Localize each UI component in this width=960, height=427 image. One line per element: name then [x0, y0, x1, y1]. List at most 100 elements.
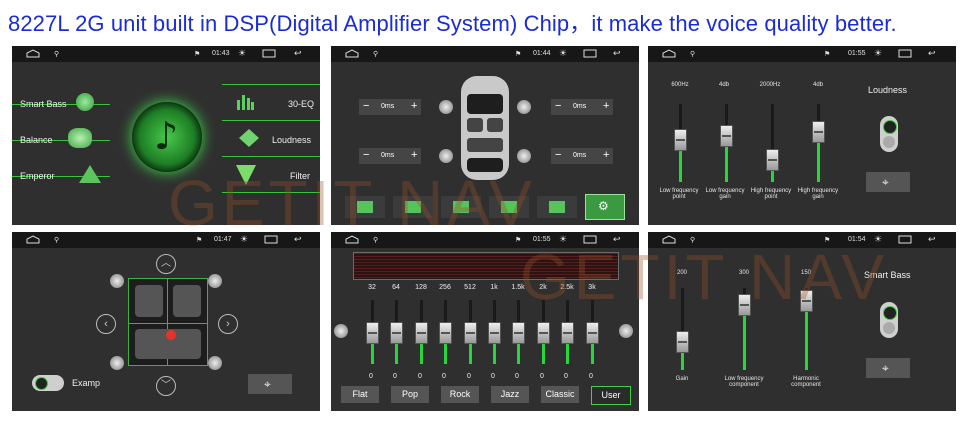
brightness-icon[interactable]: ☀ [559, 48, 567, 59]
window-icon[interactable] [898, 235, 912, 244]
loudness-toggle[interactable] [880, 116, 898, 152]
speaker-icon[interactable] [517, 100, 531, 114]
slider-knob[interactable] [676, 331, 689, 354]
slider-knob[interactable] [738, 294, 751, 317]
back-icon[interactable]: ↩ [928, 234, 936, 245]
back-icon[interactable]: ↩ [294, 234, 302, 245]
brightness-icon[interactable]: ☀ [240, 234, 248, 245]
slider-knob[interactable] [390, 322, 403, 344]
plus-button[interactable]: + [411, 100, 417, 112]
brightness-icon[interactable]: ☀ [559, 234, 567, 245]
window-icon[interactable] [583, 49, 597, 58]
home-icon[interactable] [662, 49, 676, 58]
status-bar: ⚲ ⚑ 01:54 ☀ ↩ [648, 232, 956, 248]
minus-button[interactable]: − [363, 100, 369, 112]
crosshair-icon: ⌖ [882, 361, 889, 375]
slider-knob[interactable] [439, 322, 452, 344]
status-bar: ⚲ ⚑ 01:55 ☀ ↩ [648, 46, 956, 62]
preset-rock-button[interactable]: Rock [441, 386, 479, 403]
back-icon[interactable]: ↩ [613, 234, 621, 245]
plus-button[interactable]: + [603, 100, 609, 112]
slider-knob[interactable] [366, 322, 379, 344]
seat-preset-button[interactable] [537, 196, 577, 218]
band-label: 128 [415, 284, 427, 291]
back-icon[interactable]: ↩ [613, 48, 621, 59]
preset-user-button[interactable]: User [591, 386, 631, 405]
clock-text: 01:54 [848, 236, 866, 243]
speaker-icon[interactable] [439, 100, 453, 114]
slider-knob[interactable] [561, 322, 574, 344]
filter-label[interactable]: Filter [290, 171, 310, 181]
smart-bass-label[interactable]: Smart Bass [20, 99, 67, 109]
speaker-icon[interactable] [439, 149, 453, 163]
freq-label: 2000Hz [759, 82, 781, 88]
slider-fill [566, 342, 569, 364]
window-icon[interactable] [264, 235, 278, 244]
delay-control-rear-right: − 0ms + [551, 148, 613, 164]
slider-knob[interactable] [512, 322, 525, 344]
next-knob[interactable] [619, 324, 633, 338]
up-arrow-button[interactable]: ︿ [156, 254, 176, 274]
slider-knob[interactable] [800, 290, 813, 313]
down-arrow-button[interactable]: ﹀ [156, 376, 176, 396]
window-icon[interactable] [898, 49, 912, 58]
home-icon[interactable] [345, 235, 359, 244]
home-icon[interactable] [662, 235, 676, 244]
plus-button[interactable]: + [603, 149, 609, 161]
emperor-label[interactable]: Emperor [20, 171, 55, 181]
examp-toggle[interactable] [32, 375, 64, 391]
music-note-icon[interactable]: ♪ [132, 102, 202, 172]
balance-icon[interactable] [68, 128, 92, 148]
reset-button[interactable]: ⌖ [866, 172, 910, 192]
user-settings-button[interactable]: ⚙ [585, 194, 625, 220]
slider-knob[interactable] [586, 322, 599, 344]
slider-fill [771, 168, 774, 182]
slider-knob[interactable] [674, 129, 687, 152]
slider-knob[interactable] [537, 322, 550, 344]
slider-knob[interactable] [415, 322, 428, 344]
listener-position-marker[interactable] [166, 330, 176, 340]
seat-preset-button[interactable] [489, 196, 529, 218]
slider-fill [681, 351, 684, 370]
loudness-icon[interactable] [238, 128, 260, 148]
preset-jazz-button[interactable]: Jazz [491, 386, 529, 403]
seat-preset-button[interactable] [393, 196, 433, 218]
delay-control-front-left: − 0ms + [359, 99, 421, 115]
slider-knob[interactable] [720, 125, 733, 148]
brightness-icon[interactable]: ☀ [874, 234, 882, 245]
reset-button[interactable]: ⌖ [248, 374, 292, 394]
seat-preset-button[interactable] [441, 196, 481, 218]
home-icon[interactable] [26, 235, 40, 244]
plus-button[interactable]: + [411, 149, 417, 161]
eq-icon[interactable] [236, 92, 254, 110]
slider-knob[interactable] [766, 148, 779, 171]
smart-bass-toggle[interactable] [880, 302, 898, 338]
minus-button[interactable]: − [363, 149, 369, 161]
seat-preset-button[interactable] [345, 196, 385, 218]
slider-knob[interactable] [488, 322, 501, 344]
minus-button[interactable]: − [555, 149, 561, 161]
left-arrow-button[interactable]: ‹ [96, 314, 116, 334]
brightness-icon[interactable]: ☀ [874, 48, 882, 59]
reset-button[interactable]: ⌖ [866, 358, 910, 378]
eq-label[interactable]: 30-EQ [288, 99, 314, 109]
balance-label[interactable]: Balance [20, 135, 53, 145]
preset-classic-button[interactable]: Classic [541, 386, 579, 403]
prev-knob[interactable] [334, 324, 348, 338]
slider-knob[interactable] [464, 322, 477, 344]
preset-flat-button[interactable]: Flat [341, 386, 379, 403]
home-icon[interactable] [345, 49, 359, 58]
window-icon[interactable] [583, 235, 597, 244]
loudness-label[interactable]: Loudness [272, 135, 311, 145]
speaker-icon[interactable] [517, 149, 531, 163]
slider-knob[interactable] [812, 121, 825, 144]
emperor-icon[interactable] [78, 164, 102, 184]
band-label: 3k [588, 284, 596, 291]
filter-icon[interactable] [234, 164, 258, 186]
back-icon[interactable]: ↩ [928, 48, 936, 59]
preset-pop-button[interactable]: Pop [391, 386, 429, 403]
smart-bass-icon[interactable] [76, 93, 94, 111]
slider-fill [743, 314, 746, 370]
right-arrow-button[interactable]: › [218, 314, 238, 334]
minus-button[interactable]: − [555, 100, 561, 112]
